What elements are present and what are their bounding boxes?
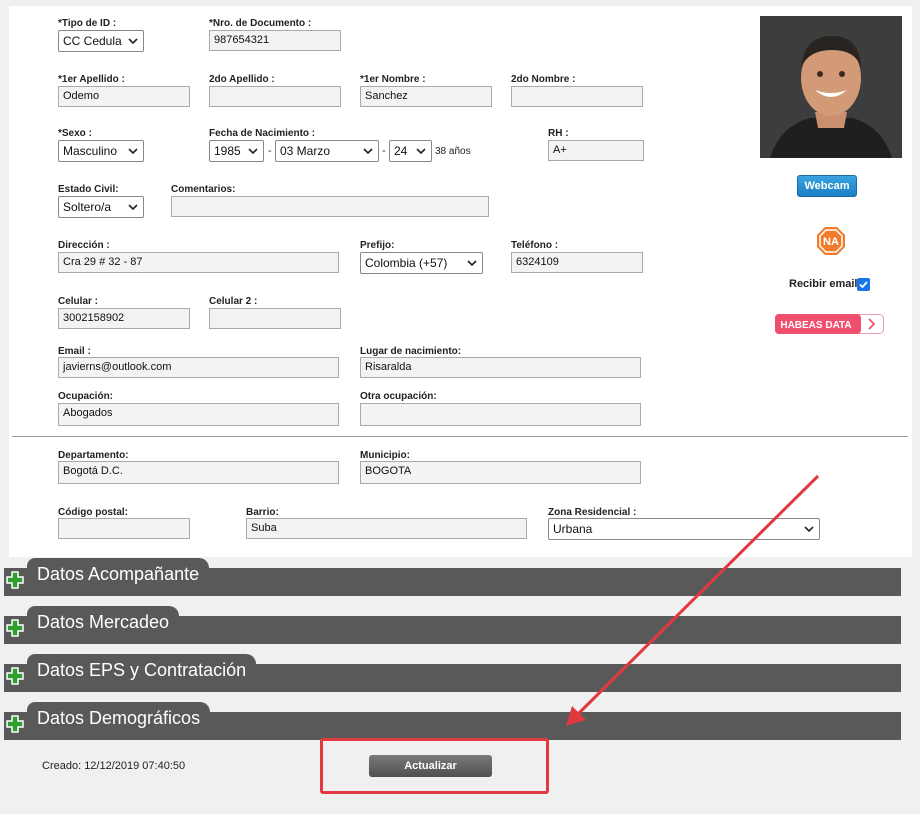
lugar-nac-input[interactable]: Risaralda [360,357,641,378]
ocupacion-label: Ocupación: [58,391,114,402]
fecha-nac-label: Fecha de Nacimiento : [209,128,316,139]
plus-icon[interactable] [6,571,24,589]
habeas-data-shape: HABEAS DATA [775,314,884,334]
person-photo-icon [760,16,902,158]
apellido2-label: 2do Apellido : [209,74,275,85]
fecha-month-value: 03 Marzo [280,144,331,158]
fecha-sep-2: - [382,145,386,157]
prefijo-label: Prefijo: [360,240,395,251]
otra-ocupacion-label: Otra ocupación: [360,391,437,402]
zona-value: Urbana [553,522,593,536]
section-tab-acompanante[interactable]: Datos Acompañante [27,558,210,588]
nro-doc-input[interactable]: 987654321 [209,30,341,51]
celular2-label: Celular 2 : [209,296,258,307]
celular-input[interactable]: 3002158902 [58,308,190,329]
departamento-label: Departamento: [58,450,129,461]
fecha-day-select[interactable]: 24 [389,140,432,162]
habeas-data-button[interactable]: HABEAS DATA [775,313,886,335]
estado-civil-select[interactable]: Soltero/a [58,196,144,218]
ocupacion-input[interactable]: Abogados [58,403,339,426]
zona-label: Zona Residencial : [548,507,637,518]
chevron-down-icon [128,204,138,211]
section-tab-eps[interactable]: Datos EPS y Contratación [27,654,257,684]
section-tab-mercadeo[interactable]: Datos Mercadeo [27,606,180,636]
codigo-postal-input[interactable] [58,518,190,539]
nombre2-input[interactable] [511,86,643,107]
estado-civil-label: Estado Civil: [58,184,119,195]
sexo-select[interactable]: Masculino [58,140,144,162]
sexo-label: *Sexo : [58,128,92,139]
celular-label: Celular : [58,296,99,307]
rh-input[interactable]: A+ [548,140,644,161]
chevron-down-icon [128,38,138,45]
zona-select[interactable]: Urbana [548,518,820,540]
creado-text: Creado: 12/12/2019 07:40:50 [42,760,186,772]
direccion-input[interactable]: Cra 29 # 32 - 87 [58,252,339,273]
telefono-input[interactable]: 6324109 [511,252,643,273]
chevron-down-icon [128,148,138,155]
section-tab-demograficos[interactable]: Datos Demográficos [27,702,211,732]
codigo-postal-label: Código postal: [58,507,128,518]
tipo-id-select[interactable]: CC Cedula [58,30,144,52]
fecha-year-value: 1985 [214,144,241,158]
prefijo-select[interactable]: Colombia (+57) [360,252,483,274]
nombre2-label: 2do Nombre : [511,74,576,85]
na-badge-icon[interactable]: NA [815,225,847,257]
recibir-email-checkbox[interactable] [857,278,870,291]
comentarios-input[interactable] [171,196,489,217]
apellido1-label: *1er Apellido : [58,74,125,85]
fecha-sep-1: - [268,145,272,157]
tipo-id-value: CC Cedula [63,34,122,48]
chevron-down-icon [416,148,426,155]
chevron-down-icon [248,148,258,155]
barrio-input[interactable]: Suba [246,518,527,539]
section-divider [12,436,908,437]
webcam-button[interactable]: Webcam [797,175,857,197]
habeas-data-label: HABEAS DATA [780,320,851,331]
direccion-label: Dirección : [58,240,110,251]
plus-icon[interactable] [6,619,24,637]
barrio-label: Barrio: [246,507,279,518]
municipio-input[interactable]: BOGOTA [360,461,641,484]
nro-doc-label: *Nro. de Documento : [209,18,312,29]
municipio-label: Municipio: [360,450,410,461]
tipo-id-label: *Tipo de ID : [58,18,117,29]
age-text: 38 años [435,146,471,157]
rh-label: RH : [548,128,569,139]
email-input[interactable]: javierns@outlook.com [58,357,339,378]
email-label: Email : [58,346,91,357]
departamento-input[interactable]: Bogotá D.C. [58,461,339,484]
plus-icon[interactable] [6,667,24,685]
telefono-label: Teléfono : [511,240,559,251]
fecha-day-value: 24 [394,144,408,158]
otra-ocupacion-input[interactable] [360,403,641,426]
lugar-nac-label: Lugar de nacimiento: [360,346,462,357]
chevron-down-icon [804,526,814,533]
profile-photo [760,16,902,158]
nombre1-label: *1er Nombre : [360,74,426,85]
highlight-box [320,738,549,794]
sexo-value: Masculino [63,144,118,158]
estado-civil-value: Soltero/a [63,200,112,214]
chevron-down-icon [363,148,373,155]
apellido2-input[interactable] [209,86,341,107]
comentarios-label: Comentarios: [171,184,236,195]
plus-icon[interactable] [6,715,24,733]
chevron-down-icon [467,260,477,267]
nombre1-input[interactable]: Sanchez [360,86,492,107]
na-badge-text: NA [823,236,839,248]
prefijo-value: Colombia (+57) [365,256,448,270]
apellido1-input[interactable]: Odemo [58,86,190,107]
celular2-input[interactable] [209,308,341,329]
recibir-email-label: Recibir email [789,278,858,290]
fecha-month-select[interactable]: 03 Marzo [275,140,379,162]
fecha-year-select[interactable]: 1985 [209,140,264,162]
